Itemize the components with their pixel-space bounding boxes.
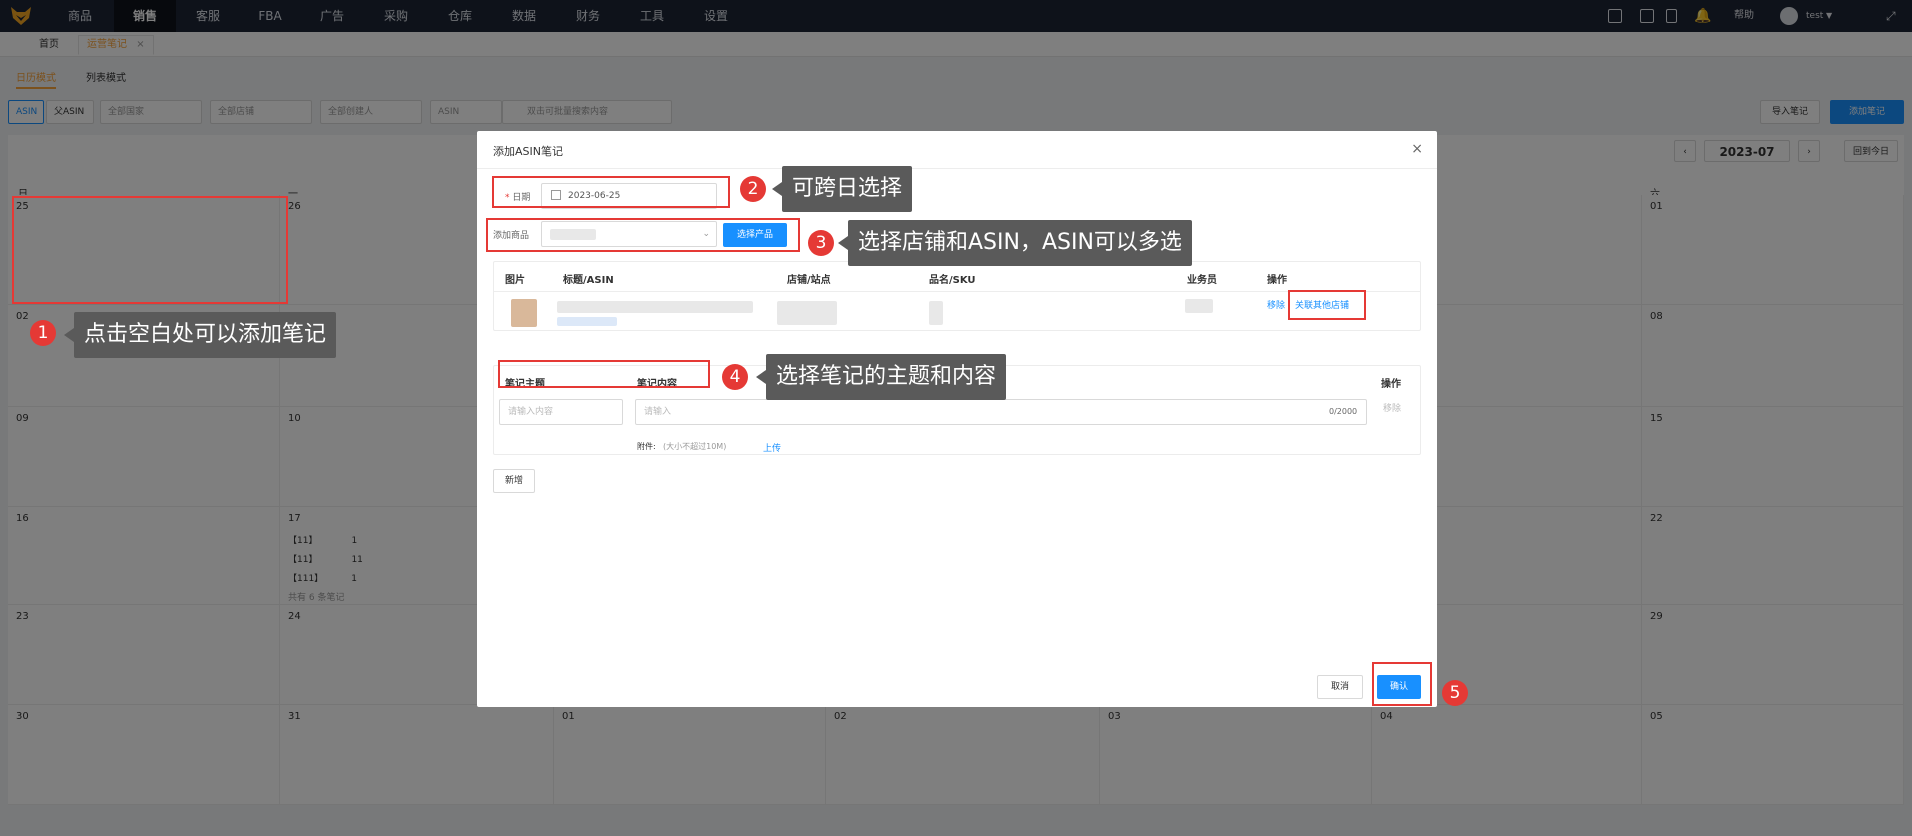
divider — [494, 291, 1420, 292]
blurred-salesperson — [1185, 299, 1213, 313]
col-name-sku: 品名/SKU — [929, 275, 976, 286]
col-image: 图片 — [505, 275, 525, 286]
annotation-box-link-store — [1288, 290, 1366, 320]
col-note-action: 操作 — [1381, 379, 1401, 390]
upload-link[interactable]: 上传 — [763, 441, 781, 454]
col-actions: 操作 — [1267, 275, 1287, 286]
col-title-asin: 标题/ASIN — [563, 275, 614, 286]
blurred-asin — [557, 317, 617, 326]
annotation-box-3 — [486, 218, 800, 252]
note-topic-input[interactable]: 请输入内容 — [499, 399, 623, 425]
dialog-title: 添加ASIN笔记 — [493, 145, 563, 158]
remove-link[interactable]: 移除 — [1267, 298, 1285, 311]
divider — [477, 168, 1437, 169]
col-salesperson: 业务员 — [1187, 275, 1217, 286]
col-store-site: 店铺/站点 — [787, 275, 831, 286]
annotation-box-4 — [498, 360, 710, 388]
annotation-callout-1: 点击空白处可以添加笔记 — [63, 312, 337, 358]
note-remove-link[interactable]: 移除 — [1383, 401, 1401, 414]
product-thumbnail — [511, 299, 537, 327]
annotation-callout-3: 选择店铺和ASIN，ASIN可以多选 — [838, 220, 1192, 266]
char-counter: 0/2000 — [1329, 407, 1358, 416]
blurred-store — [777, 301, 837, 325]
annotation-badge-5: 5 — [1442, 680, 1468, 706]
cancel-button[interactable]: 取消 — [1317, 675, 1363, 699]
blurred-sku — [929, 301, 943, 325]
annotation-box-2 — [492, 176, 730, 208]
annotation-box-5 — [1372, 662, 1432, 706]
add-row-button[interactable]: 新增 — [493, 469, 535, 493]
attachment-label: 附件: — [637, 442, 656, 451]
annotation-badge-4: 4 — [722, 364, 748, 390]
note-content-textarea[interactable]: 请输入 — [635, 399, 1367, 425]
blurred-title — [557, 301, 753, 313]
annotation-badge-3: 3 — [808, 230, 834, 256]
annotation-callout-2: 可跨日选择 — [771, 166, 913, 212]
annotation-badge-2: 2 — [740, 176, 766, 202]
attachment-hint: (大小不超过10M) — [663, 442, 727, 451]
annotation-box-1 — [12, 196, 288, 304]
close-icon[interactable]: × — [1411, 141, 1423, 157]
annotation-badge-1: 1 — [30, 320, 56, 346]
annotation-callout-4: 选择笔记的主题和内容 — [755, 354, 1007, 400]
